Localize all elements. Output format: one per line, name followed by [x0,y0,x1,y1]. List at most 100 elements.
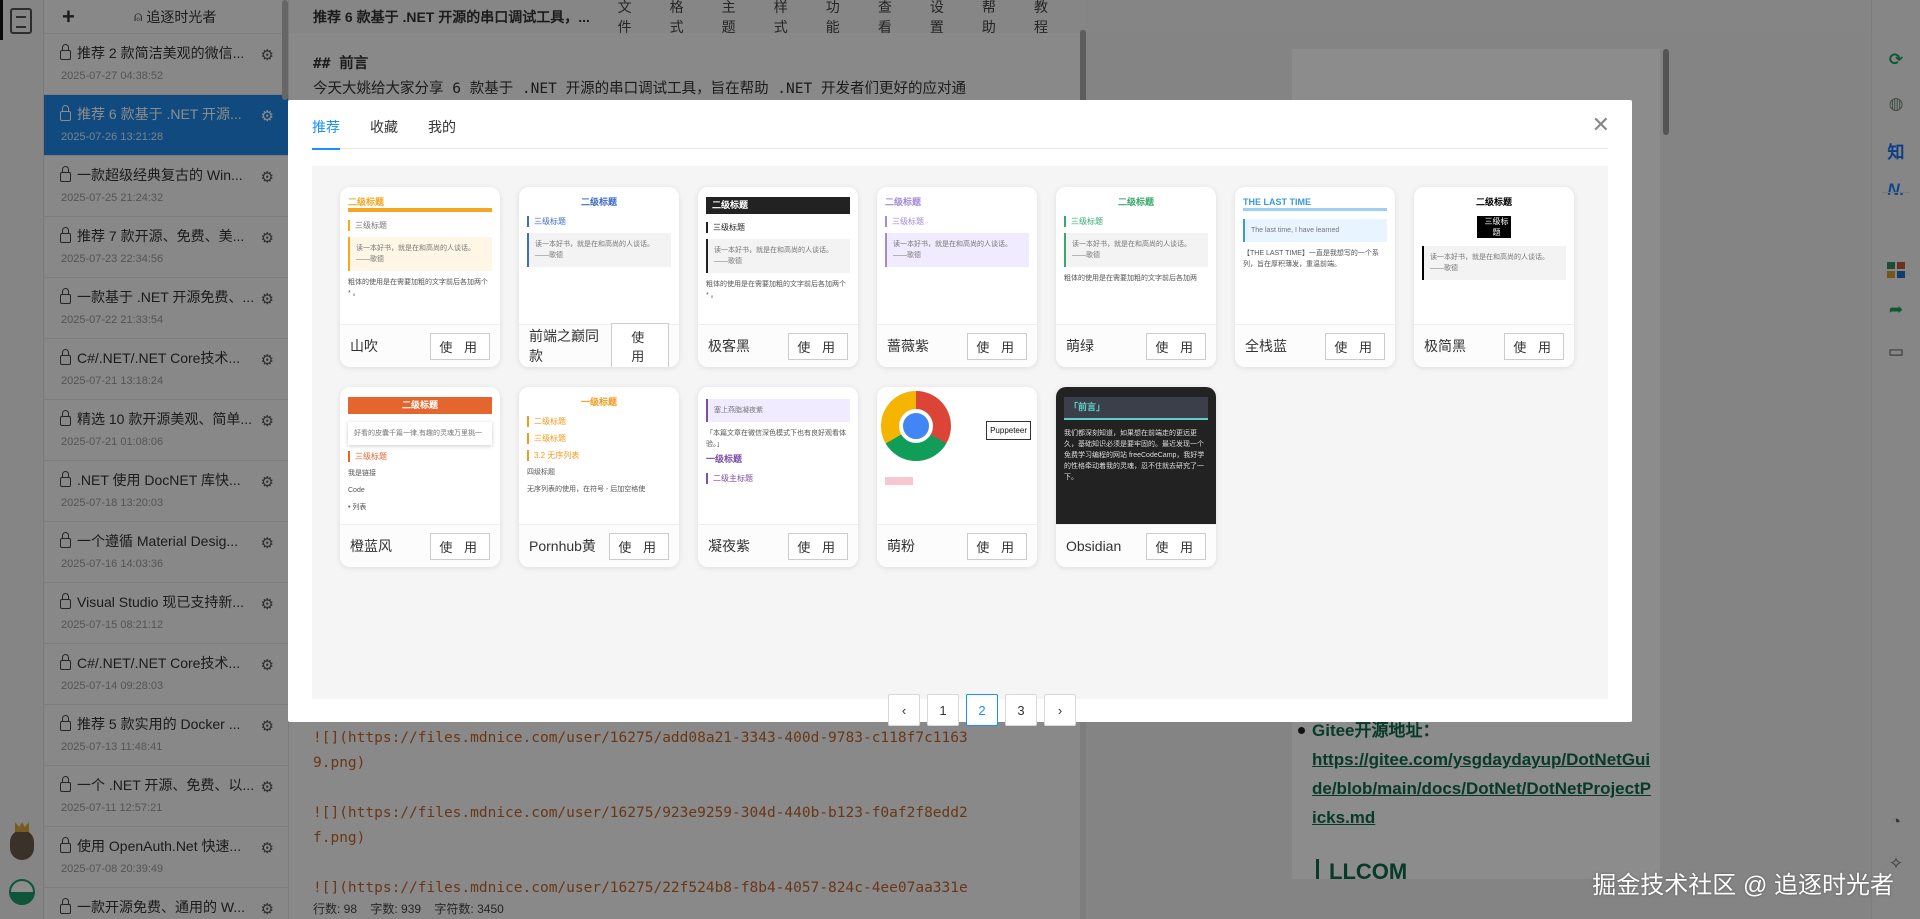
thumb-quote: 好看的皮囊千篇一律,有趣的灵魂万里挑一 [348,422,492,445]
use-theme-button[interactable]: 使 用 [788,532,848,560]
thumb-heading-3: 三级标题 [706,222,850,233]
use-theme-button[interactable]: 使 用 [430,332,490,360]
thumb-body-text: 粗体的使用是在需要加粗的文字前后各加两个 * 。 [706,281,846,299]
theme-name: 蔷薇紫 [887,338,929,354]
tab-0[interactable]: 推荐 [312,117,340,150]
thumb-heading-2: 「前言」 [1064,397,1208,420]
close-icon[interactable]: ✕ [1592,112,1610,138]
thumb-quote: The last time, I have learned [1243,219,1387,242]
thumb-body-text: 无序列表的使用，在符号 - 后加空格使 [527,486,646,493]
theme-name: 萌绿 [1066,338,1094,354]
use-theme-button[interactable]: 使 用 [430,532,490,560]
thumb-quote: 读一本好书，就是在和高尚的人谈话。——歌德 [1422,246,1566,280]
page-button-2[interactable]: 2 [966,694,998,726]
thumb-quote: 读一本好书，就是在和高尚的人谈话。——歌德 [1064,233,1208,267]
theme-grid: 二级标题 三级标题 读一本好书，就是在和高尚的人谈话。——歌德 粗体的使用是在需要加粗… [312,166,1608,726]
theme-card-footer: 萌粉 使 用 [877,524,1037,567]
next-page-button[interactable]: › [1044,694,1076,726]
theme-card[interactable]: 塞上燕脂凝夜紫 「本篇文章在微信深色模式下也有良好观看体验。」 一级标题 二级主标题凝… [698,387,858,567]
theme-card[interactable]: 一级标题 二级标题 三级标题 3.2 无序列表 四级标题 无序列表的使用，在符号 - 后加… [519,387,679,567]
theme-preview-thumbnail: 二级标题三级标题读一本好书，就是在和高尚的人谈话。——歌德 [877,187,1037,324]
pagination: ‹ 1 2 3 › [888,694,1076,726]
theme-card-footer: Pornhub黄使 用 [519,524,679,567]
theme-card-footer: 极客黑 使 用 [698,324,858,367]
use-theme-button[interactable]: 使 用 [967,532,1027,560]
theme-name: Pornhub黄 [529,538,596,554]
thumb-heading-2: 二级标题 [706,197,850,214]
theme-preview-thumbnail: 二级标题 三级标题 读一本好书，就是在和高尚的人谈话。——歌德 [519,187,679,324]
thumb-heading-2: 二级标题 [348,397,492,414]
theme-name: 萌粉 [887,538,915,554]
theme-name: 橙蓝风 [350,538,392,554]
thumb-heading-3: 三级标题 [885,216,1029,227]
theme-preview-thumbnail: 二级标题 好看的皮囊千篇一律,有趣的灵魂万里挑一 三级标题 我是链接 Code • 列表 [340,387,500,524]
thumb-heading-3: 三级标题 [527,433,671,444]
thumb-heading-2: 二级标题 [885,197,922,207]
thumb-quote: 读一本好书，就是在和高尚的人谈话。——歌德 [348,237,492,271]
thumb-heading-3: 二级主标题 [706,473,850,484]
thumb-quote: 塞上燕脂凝夜紫 [706,399,850,422]
use-theme-button[interactable]: 使 用 [1146,532,1206,560]
prev-page-button[interactable]: ‹ [888,694,920,726]
tab-2[interactable]: 我的 [428,117,456,149]
theme-preview-thumbnail: 二级标题三级标题读一本好书，就是在和高尚的人谈话。——歌德粗体的使用是在需要加粗… [698,187,858,324]
thumb-body-text: 我们都深刻知道，如果想在前端走的更远更久，基础知识必须是要牢固的。最近发现一个免… [1064,430,1205,481]
theme-card[interactable]: 二级标题 好看的皮囊千篇一律,有趣的灵魂万里挑一 三级标题 我是链接 Code • 列表橙… [340,387,500,567]
tab-1[interactable]: 收藏 [370,117,398,149]
theme-card-footer: 山吹 使 用 [340,324,500,367]
thumb-body-text: 粗体的使用是在需要加粗的文字前后各加两 [1064,275,1197,282]
theme-preview-thumbnail: 「前言」我们都深刻知道，如果想在前端走的更远更久，基础知识必须是要牢固的。最近发… [1056,387,1216,524]
page-button-1[interactable]: 1 [927,694,959,726]
thumb-quote: 读一本好书，就是在和高尚的人谈话。——歌德 [706,239,850,273]
use-theme-button[interactable]: 使 用 [1504,332,1564,360]
use-theme-button[interactable]: 使 用 [1325,332,1385,360]
theme-card[interactable]: 二级标题三级标题读一本好书，就是在和高尚的人谈话。——歌德粗体的使用是在需要加粗… [1056,187,1216,367]
thumb-heading-3: 三级标题 [1064,216,1208,227]
page-button-3[interactable]: 3 [1005,694,1037,726]
theme-card-footer: 蔷薇紫 使 用 [877,324,1037,367]
use-theme-button[interactable]: 使 用 [609,532,669,560]
theme-card[interactable]: THE LAST TIME The last time, I have learn… [1235,187,1395,367]
thumb-body-text: • 列表 [348,504,367,511]
theme-card[interactable]: 二级标题 三级标题 读一本好书，就是在和高尚的人谈话。——歌德 前端之巅同款使 用 [519,187,679,367]
theme-card-footer: 全栈蓝 使 用 [1235,324,1395,367]
thumb-heading-2: 二级标题 [1117,197,1154,207]
thumb-heading-2: 一级标题 [580,397,617,407]
theme-card[interactable]: 二级标题三级标题读一本好书，就是在和高尚的人谈话。——歌德粗体的使用是在需要加粗… [340,187,500,367]
use-theme-button[interactable]: 使 用 [788,332,848,360]
theme-preview-thumbnail: THE LAST TIME The last time, I have learn… [1235,187,1395,324]
use-theme-button[interactable]: 使 用 [967,332,1027,360]
theme-name: 前端之巅同款 [529,328,599,364]
theme-card[interactable]: 二级标题 三级标题 读一本好书，就是在和高尚的人谈话。——歌德 极简黑 使 用 [1414,187,1574,367]
thumb-heading-3: 三级标题 [348,451,492,462]
thumb-heading-3: 二级标题 [527,416,671,427]
theme-name: Obsidian [1066,538,1122,554]
theme-card-footer: 极简黑 使 用 [1414,324,1574,367]
theme-card[interactable]: 二级标题三级标题读一本好书，就是在和高尚的人谈话。——歌德粗体的使用是在需要加粗… [698,187,858,367]
thumb-heading-3: 三级标题 [1477,216,1511,238]
use-theme-button[interactable]: 使 用 [1146,332,1206,360]
theme-card-footer: 橙蓝风 使 用 [340,524,500,567]
theme-preview-thumbnail: Puppeteer [877,387,1037,524]
thumb-body-text: 四级标题 [527,469,555,476]
chrome-logo-icon [881,391,951,461]
thumb-body-text: Code [348,487,365,494]
thumb-body-text: 粗体的使用是在需要加粗的文字前后各加两个 * 。 [348,279,488,297]
thumb-heading-2: 二级标题 [580,197,617,207]
theme-card-footer: 前端之巅同款使 用 [519,323,679,367]
theme-card[interactable]: 二级标题三级标题读一本好书，就是在和高尚的人谈话。——歌德蔷薇紫 使 用 [877,187,1037,367]
theme-name: 山吹 [350,338,378,354]
theme-card-footer: 萌绿 使 用 [1056,324,1216,367]
theme-card[interactable]: Puppeteer 萌粉 使 用 [877,387,1037,567]
theme-name: 极简黑 [1424,338,1466,354]
thumb-heading-2: THE LAST TIME [1243,197,1387,211]
thumb-quote: 读一本好书，就是在和高尚的人谈话。——歌德 [885,233,1029,267]
theme-preview-thumbnail: 二级标题 三级标题 读一本好书，就是在和高尚的人谈话。——歌德 [1414,187,1574,324]
theme-preview-thumbnail: 二级标题三级标题读一本好书，就是在和高尚的人谈话。——歌德粗体的使用是在需要加粗… [340,187,500,324]
thumb-heading-2: 一级标题 [706,454,743,464]
use-theme-button[interactable]: 使 用 [610,323,669,367]
theme-card[interactable]: 「前言」我们都深刻知道，如果想在前端走的更远更久，基础知识必须是要牢固的。最近发… [1056,387,1216,567]
thumb-heading-2: 二级标题 [348,197,492,212]
thumb-heading-3: 三级标题 [348,220,492,231]
puppeteer-label: Puppeteer [986,421,1031,440]
